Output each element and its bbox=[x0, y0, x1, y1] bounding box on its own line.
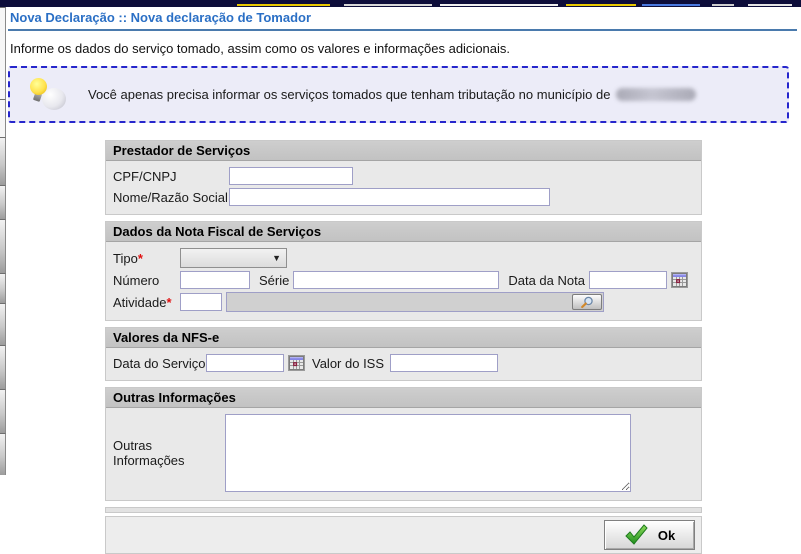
topbar-text-fragment bbox=[344, 4, 432, 6]
menu-sliver-segment bbox=[0, 433, 6, 475]
cpf-input[interactable] bbox=[229, 167, 353, 185]
atividade-code-input[interactable] bbox=[180, 293, 222, 311]
declaration-form: Prestador de Serviços CPF/CNPJ Nome/Razã… bbox=[105, 140, 702, 554]
search-icon bbox=[579, 296, 595, 309]
menu-sliver-segment bbox=[0, 389, 6, 433]
calendar-icon bbox=[672, 273, 687, 287]
green-checkmark-icon bbox=[624, 524, 648, 546]
ok-button-label: Ok bbox=[658, 528, 675, 543]
cpf-label: CPF/CNPJ bbox=[113, 169, 229, 184]
menu-sliver-segment bbox=[0, 273, 6, 303]
outras-label: Outras Informações bbox=[113, 438, 225, 468]
data-nota-calendar-button[interactable] bbox=[671, 272, 688, 288]
topbar-text-fragment bbox=[237, 4, 330, 6]
data-nota-input[interactable] bbox=[589, 271, 667, 289]
lightbulb-icon bbox=[30, 78, 68, 114]
section-outras: Outras Informações Outras Informações bbox=[105, 387, 702, 501]
menu-sliver-segment bbox=[0, 7, 6, 99]
section-nota-title: Dados da Nota Fiscal de Serviços bbox=[106, 222, 701, 242]
window-top-bar bbox=[0, 0, 801, 7]
section-prestador: Prestador de Serviços CPF/CNPJ Nome/Razã… bbox=[105, 140, 702, 215]
section-outras-title: Outras Informações bbox=[106, 388, 701, 408]
valor-iss-input[interactable] bbox=[390, 354, 498, 372]
page-subtitle: Informe os dados do serviço tomado, assi… bbox=[10, 41, 510, 56]
menu-sliver-segment bbox=[0, 219, 6, 273]
tipo-select[interactable]: ▼ bbox=[180, 248, 287, 268]
topbar-text-fragment bbox=[440, 4, 558, 6]
required-marker: * bbox=[166, 295, 171, 310]
data-nota-label: Data da Nota bbox=[508, 273, 585, 288]
info-message: Você apenas precisa informar os serviços… bbox=[88, 68, 696, 121]
valores-row: Data do Serviço Valor do ISS bbox=[113, 354, 694, 372]
serie-input[interactable] bbox=[293, 271, 499, 289]
valor-iss-label: Valor do ISS bbox=[312, 356, 384, 371]
section-prestador-title: Prestador de Serviços bbox=[106, 141, 701, 161]
atividade-search-button[interactable] bbox=[572, 294, 602, 310]
topbar-text-fragment bbox=[712, 4, 734, 6]
menu-sliver-segment bbox=[0, 99, 6, 137]
section-nota-fiscal: Dados da Nota Fiscal de Serviços Tipo* ▼… bbox=[105, 221, 702, 321]
ok-button[interactable]: Ok bbox=[604, 520, 695, 550]
tipo-label: Tipo* bbox=[113, 251, 180, 266]
numero-label: Número bbox=[113, 273, 180, 288]
numero-serie-data-row: Número Série Data da Nota bbox=[113, 271, 694, 289]
serie-label: Série bbox=[259, 273, 289, 288]
outras-textarea[interactable] bbox=[225, 414, 631, 492]
topbar-text-fragment bbox=[642, 4, 700, 6]
tipo-row: Tipo* ▼ bbox=[113, 248, 694, 268]
footer-separator bbox=[105, 507, 702, 513]
menu-sliver-segment bbox=[0, 185, 6, 219]
section-valores-title: Valores da NFS-e bbox=[106, 328, 701, 348]
page-title: Nova Declaração :: Nova declaração de To… bbox=[10, 10, 311, 25]
calendar-icon bbox=[289, 356, 304, 370]
nome-label: Nome/Razão Social bbox=[113, 190, 229, 205]
nome-input[interactable] bbox=[229, 188, 550, 206]
footer-bar: Ok bbox=[105, 516, 702, 554]
nome-row: Nome/Razão Social bbox=[113, 188, 694, 206]
menu-sliver-segment bbox=[0, 137, 6, 185]
redacted-municipality-name bbox=[616, 88, 696, 101]
menu-sliver-segment bbox=[0, 303, 6, 345]
atividade-description-field bbox=[226, 292, 604, 312]
topbar-text-fragment bbox=[748, 4, 792, 6]
atividade-label: Atividade* bbox=[113, 295, 180, 310]
data-servico-input[interactable] bbox=[206, 354, 284, 372]
outras-row: Outras Informações bbox=[113, 414, 694, 492]
topbar-text-fragment bbox=[566, 4, 636, 6]
chevron-down-icon: ▼ bbox=[272, 253, 281, 263]
info-box: Você apenas precisa informar os serviços… bbox=[8, 66, 789, 123]
menu-sliver-segment bbox=[0, 345, 6, 389]
numero-input[interactable] bbox=[180, 271, 250, 289]
left-menu-sliver bbox=[0, 7, 7, 475]
data-servico-calendar-button[interactable] bbox=[288, 355, 305, 371]
cpf-row: CPF/CNPJ bbox=[113, 167, 694, 185]
title-divider bbox=[8, 29, 797, 31]
data-servico-label: Data do Serviço bbox=[113, 356, 206, 371]
required-marker: * bbox=[138, 251, 143, 266]
section-valores: Valores da NFS-e Data do Serviço Valor d… bbox=[105, 327, 702, 381]
atividade-row: Atividade* bbox=[113, 292, 694, 312]
